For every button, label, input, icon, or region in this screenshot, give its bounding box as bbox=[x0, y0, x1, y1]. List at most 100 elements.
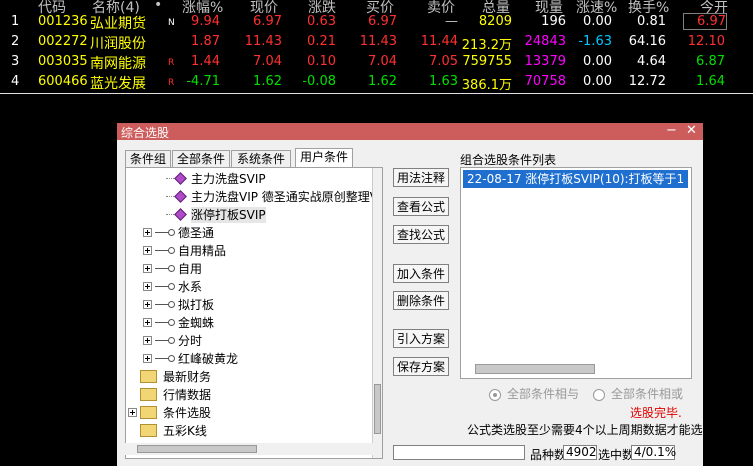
expand-icon[interactable] bbox=[143, 318, 152, 327]
tree-group-item[interactable]: 德圣通 bbox=[143, 224, 214, 240]
tree-group-item[interactable]: 水系 bbox=[143, 278, 202, 294]
tree-folder-item[interactable]: 最新财务 bbox=[140, 368, 211, 384]
bid: 7.04 bbox=[368, 54, 397, 69]
tree-group-item[interactable]: 红峰破黄龙 bbox=[143, 350, 238, 366]
row-index: 1 bbox=[11, 14, 20, 29]
tree-folder-item[interactable]: 五彩K线 bbox=[140, 422, 207, 438]
price: 7.04 bbox=[253, 54, 282, 69]
volume: 8209 bbox=[478, 14, 512, 29]
expand-icon[interactable] bbox=[143, 282, 152, 291]
current-volume: 70758 bbox=[524, 74, 566, 89]
combined-stock-picker-dialog: 综合选股 − ✕ 条件组 全部条件 系统条件 用户条件 主力洗盘SVIP 主力洗… bbox=[117, 123, 715, 466]
condition-list-label: 组合选股条件列表 bbox=[460, 153, 557, 167]
change: 0.10 bbox=[307, 54, 336, 69]
turnover: 12.72 bbox=[628, 74, 666, 89]
expand-icon[interactable] bbox=[143, 228, 152, 237]
stock-name: 蓝光发展 bbox=[90, 76, 146, 92]
count-value: 4902 bbox=[563, 445, 597, 460]
row-index: 3 bbox=[11, 54, 20, 69]
flag-badge: R bbox=[168, 58, 175, 68]
tree-formula-item[interactable]: 主力洗盘VIP 德圣通实战原创整理V1 bbox=[166, 188, 382, 204]
tab-user-conditions[interactable]: 用户条件 bbox=[295, 148, 353, 168]
selected-label: 选中数 bbox=[598, 448, 635, 462]
tree-group-item[interactable]: 金蜘蛛 bbox=[143, 314, 214, 330]
change: -0.08 bbox=[302, 74, 336, 89]
change-pct: 9.94 bbox=[191, 14, 220, 29]
formula-icon bbox=[174, 172, 187, 185]
save-scheme-button[interactable]: 保存方案 bbox=[393, 357, 449, 376]
stock-code: 001236 bbox=[38, 14, 88, 29]
radio-all-or[interactable]: 全部条件相或 bbox=[593, 385, 683, 402]
table-row[interactable]: 4 600466 蓝光发展 R -4.71 1.62 -0.08 1.62 1.… bbox=[0, 72, 753, 93]
tree-formula-item[interactable]: 主力洗盘SVIP bbox=[166, 170, 266, 186]
scrollbar-thumb[interactable] bbox=[374, 384, 381, 434]
flag-badge: R bbox=[168, 78, 175, 88]
tree-group-item[interactable]: 自用 bbox=[143, 260, 202, 276]
table-row[interactable]: 2 002272 川润股份 1.87 11.43 0.21 11.43 11.4… bbox=[0, 32, 753, 53]
stock-name: 南网能源 bbox=[90, 56, 146, 72]
count-label: 品种数 bbox=[530, 448, 567, 462]
bid: 1.62 bbox=[368, 74, 397, 89]
volume: 386.1万 bbox=[461, 78, 512, 93]
find-formula-button[interactable]: 查找公式 bbox=[393, 225, 449, 244]
open-price: 12.10 bbox=[687, 34, 725, 49]
tree-group-item[interactable]: 自用精品 bbox=[143, 242, 226, 258]
list-item[interactable]: 22-08-17 涨停打板SVIP(10):打板等于1 bbox=[463, 170, 689, 188]
radio-all-and[interactable]: 全部条件相与 bbox=[489, 385, 579, 402]
import-scheme-button[interactable]: 引入方案 bbox=[393, 329, 449, 348]
stock-name: 川润股份 bbox=[90, 36, 146, 52]
expand-icon[interactable] bbox=[128, 408, 137, 417]
tree-group-item[interactable]: 分时 bbox=[143, 332, 202, 348]
tree-folder-item[interactable]: 条件选股 bbox=[128, 404, 211, 420]
expand-icon[interactable] bbox=[143, 300, 152, 309]
key-icon bbox=[155, 282, 175, 291]
close-icon[interactable]: ✕ bbox=[686, 123, 697, 138]
tree-horizontal-scrollbar[interactable] bbox=[125, 443, 373, 455]
expand-icon[interactable] bbox=[143, 246, 152, 255]
price: 6.97 bbox=[253, 14, 282, 29]
condition-list[interactable]: 22-08-17 涨停打板SVIP(10):打板等于1 bbox=[460, 167, 692, 379]
key-icon bbox=[155, 264, 175, 273]
radio-selected-icon bbox=[489, 388, 501, 401]
change-pct: 1.44 bbox=[191, 54, 220, 69]
tab-all-conditions[interactable]: 全部条件 bbox=[172, 150, 230, 168]
ask: — bbox=[445, 14, 458, 29]
selected-value: 4/0.1% bbox=[631, 445, 676, 460]
key-icon bbox=[155, 228, 175, 237]
price: 11.43 bbox=[244, 34, 282, 49]
condition-tree[interactable]: 主力洗盘SVIP 主力洗盘VIP 德圣通实战原创整理V1 涨停打板SVIP 德圣… bbox=[125, 167, 383, 459]
scrollbar-thumb[interactable] bbox=[137, 445, 257, 453]
tree-vertical-scrollbar[interactable] bbox=[372, 168, 382, 458]
table-row[interactable]: 1 001236 弘业期货 N 9.94 6.97 0.63 6.97 — 82… bbox=[0, 12, 753, 32]
ask: 11.44 bbox=[420, 34, 458, 49]
speed: 0.00 bbox=[583, 74, 612, 89]
usage-notes-button[interactable]: 用法注释 bbox=[393, 168, 449, 187]
key-icon bbox=[155, 300, 175, 309]
table-row[interactable]: 3 003035 南网能源 R 1.44 7.04 0.10 7.04 7.05… bbox=[0, 52, 753, 72]
delete-condition-button[interactable]: 删除条件 bbox=[393, 291, 449, 310]
expand-icon[interactable] bbox=[143, 336, 152, 345]
minimize-icon[interactable]: − bbox=[666, 123, 677, 138]
tree-group-item[interactable]: 拟打板 bbox=[143, 296, 214, 312]
change-pct: -4.71 bbox=[186, 74, 220, 89]
tab-condition-group[interactable]: 条件组 bbox=[125, 150, 171, 168]
expand-icon[interactable] bbox=[143, 264, 152, 273]
radio-icon bbox=[593, 388, 605, 401]
stock-code: 600466 bbox=[38, 74, 88, 89]
speed: 0.00 bbox=[583, 54, 612, 69]
list-scrollbar-thumb[interactable] bbox=[475, 364, 595, 374]
stock-code: 002272 bbox=[38, 34, 88, 49]
price: 1.62 bbox=[253, 74, 282, 89]
view-formula-button[interactable]: 查看公式 bbox=[393, 197, 449, 216]
tab-system-conditions[interactable]: 系统条件 bbox=[231, 150, 291, 168]
add-condition-button[interactable]: 加入条件 bbox=[393, 264, 449, 283]
open-price: 1.64 bbox=[696, 74, 725, 89]
expand-icon[interactable] bbox=[143, 354, 152, 363]
key-icon bbox=[155, 246, 175, 255]
dialog-title: 综合选股 bbox=[121, 126, 170, 140]
tree-folder-item[interactable]: 行情数据 bbox=[140, 386, 211, 402]
dialog-title-bar[interactable]: 综合选股 − ✕ bbox=[117, 123, 703, 140]
tree-formula-item-selected[interactable]: 涨停打板SVIP bbox=[166, 206, 266, 223]
current-volume: 24843 bbox=[524, 34, 566, 49]
turnover: 0.81 bbox=[637, 14, 666, 29]
